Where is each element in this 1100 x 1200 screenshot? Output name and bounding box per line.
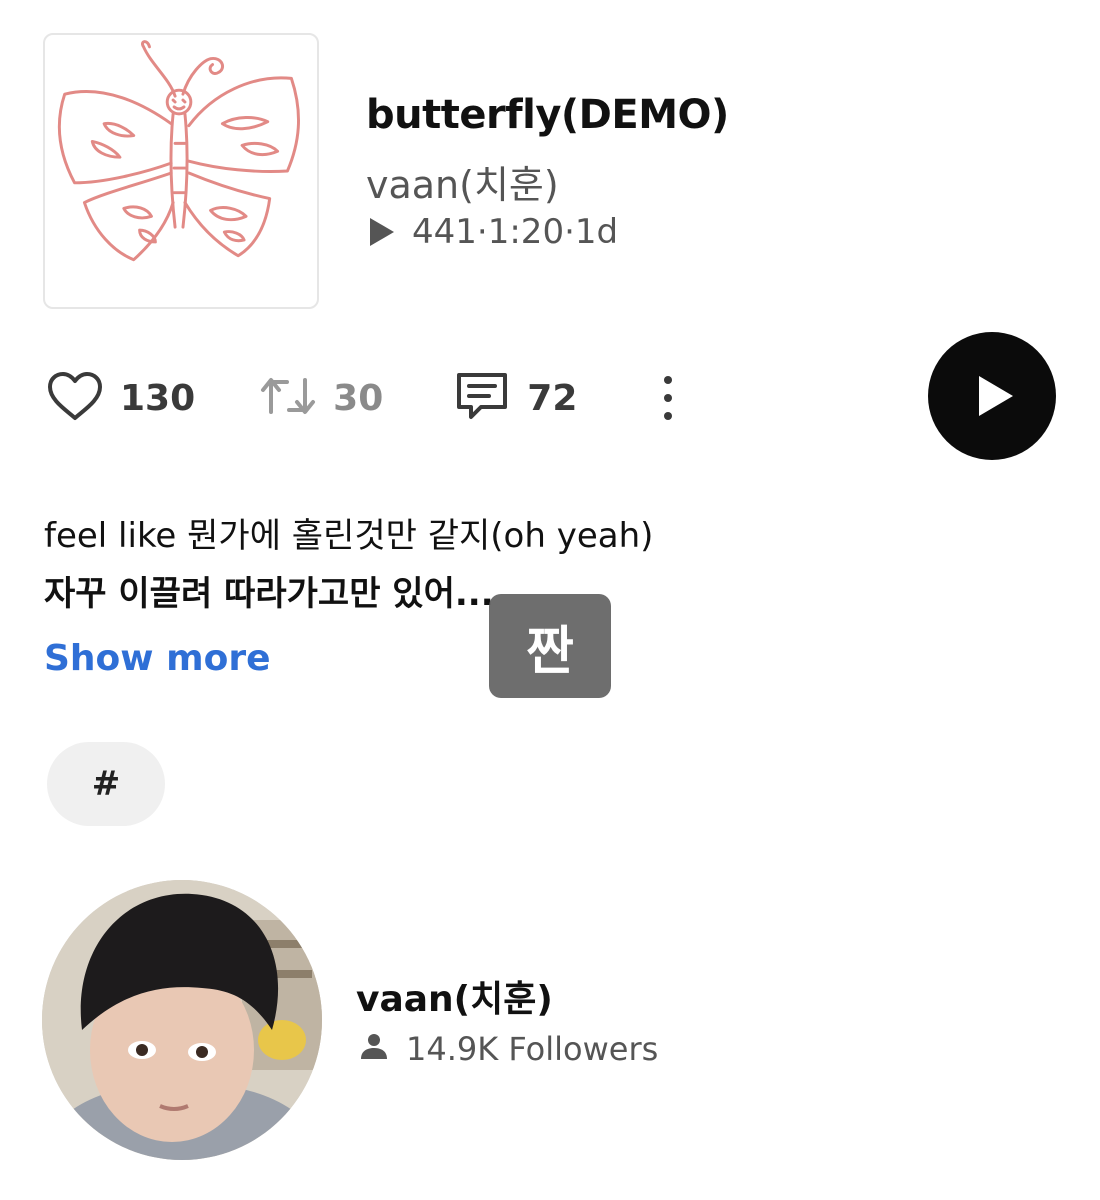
track-artist[interactable]: vaan(치훈) — [366, 154, 559, 209]
like-count: 130 — [120, 377, 196, 419]
followers-text: 14.9K Followers — [406, 1030, 659, 1068]
avatar-photo — [42, 880, 322, 1160]
repost-button[interactable]: 30 — [259, 372, 383, 424]
comment-icon — [453, 369, 511, 427]
track-title: butterfly(DEMO) — [366, 92, 729, 138]
followers-count: 14.9K Followers — [358, 1030, 658, 1068]
profile-name[interactable]: vaan(치훈) — [356, 970, 553, 1022]
butterfly-drawing — [57, 40, 300, 262]
play-icon — [979, 376, 1013, 416]
play-count-icon — [370, 218, 394, 246]
comment-count: 72 — [527, 377, 578, 419]
repost-icon — [259, 372, 317, 424]
description-line-2: 자꾸 이끌려 따라가고만 있어... — [44, 574, 494, 614]
play-button[interactable] — [928, 332, 1056, 460]
vertical-dots-icon[interactable] — [661, 376, 675, 420]
heart-icon — [46, 370, 104, 426]
person-icon — [358, 1030, 390, 1068]
track-age: 1d — [574, 212, 619, 252]
comment-button[interactable]: 72 — [453, 369, 577, 427]
overlay-sticker: 짠 — [489, 594, 611, 698]
like-button[interactable]: 130 — [46, 370, 195, 426]
repost-count: 30 — [333, 377, 384, 419]
meta-separator: · — [476, 212, 488, 252]
track-meta: 441 · 1:20 · 1d — [370, 212, 618, 252]
tag-chip[interactable]: # — [47, 742, 165, 826]
avatar[interactable] — [42, 880, 322, 1160]
action-row: 130 30 72 — [46, 366, 675, 430]
meta-separator: · — [564, 212, 575, 252]
track-artwork[interactable] — [43, 33, 319, 309]
show-more-link[interactable]: Show more — [44, 638, 271, 679]
track-duration: 1:20 — [487, 212, 565, 252]
play-count: 441 — [412, 212, 477, 252]
description-line-1: feel like 뭔가에 홀린것만 같지(oh yeah) — [44, 516, 654, 556]
